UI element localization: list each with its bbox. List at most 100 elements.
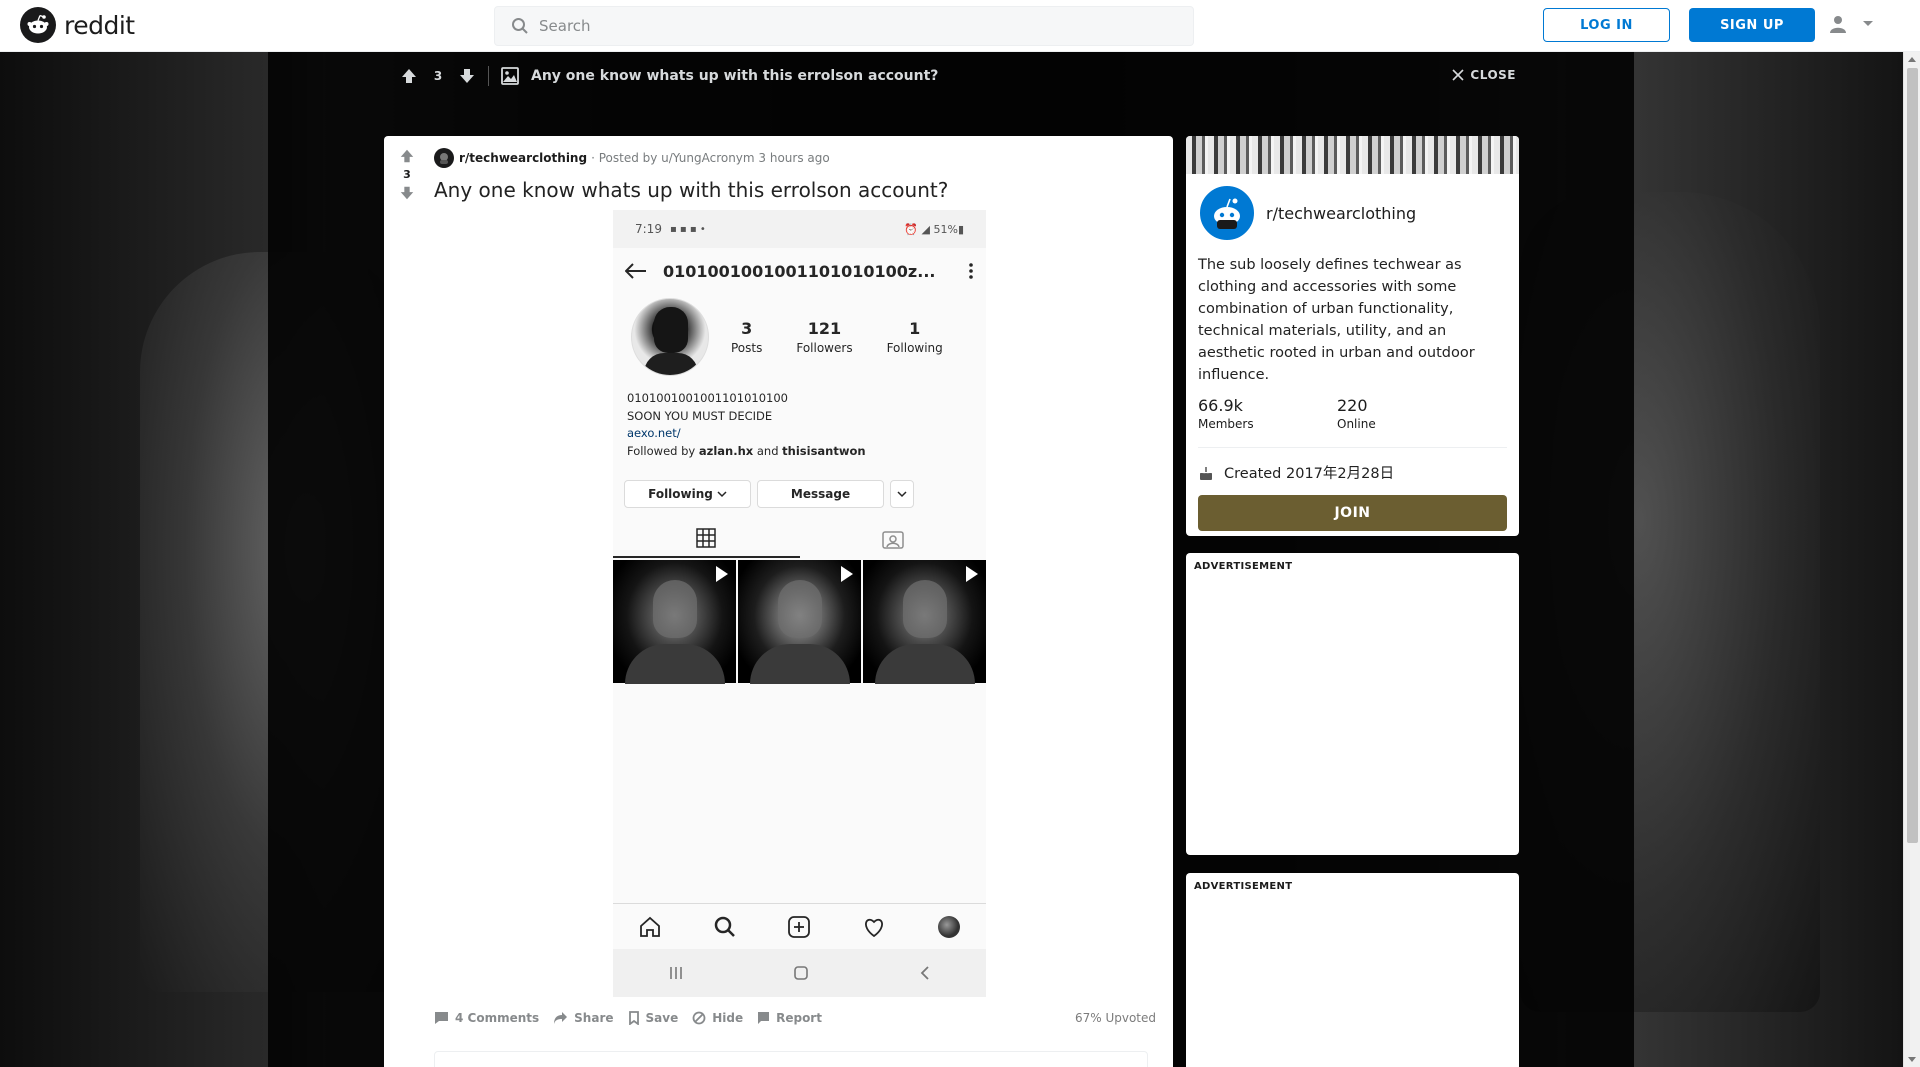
flag-icon	[758, 1012, 770, 1024]
bio-line: SOON YOU MUST DECIDE	[627, 408, 773, 423]
bio-link: aexo.net/	[627, 426, 681, 440]
android-system-nav	[613, 949, 986, 997]
grid-icon	[696, 528, 716, 548]
posted-by: · Posted by u/YungAcronym 3 hours ago	[591, 151, 830, 165]
online-stat: 220 Online	[1337, 396, 1376, 431]
search-input[interactable]: Search	[494, 6, 1194, 46]
back-icon	[920, 966, 929, 980]
upvote-icon[interactable]	[399, 148, 415, 164]
tagged-tab	[800, 520, 987, 558]
join-button[interactable]: JOIN	[1198, 495, 1507, 531]
following-button: Following	[624, 480, 751, 508]
sign-up-button[interactable]: SIGN UP	[1689, 8, 1815, 42]
profile-actions: Following Message	[613, 460, 986, 508]
reddit-snoo-icon	[20, 7, 56, 43]
hide-button[interactable]: Hide	[692, 1011, 743, 1025]
search-icon	[714, 916, 735, 937]
grid-post	[613, 560, 736, 684]
home-button-icon	[794, 966, 809, 980]
post-footer: 4 Comments Share Save Hide Report 67% Up…	[434, 1008, 1156, 1028]
upvote-icon[interactable]	[400, 67, 418, 85]
grid-tab	[613, 520, 800, 558]
search-icon	[512, 18, 528, 34]
close-button[interactable]: CLOSE	[1452, 68, 1516, 82]
chevron-down-icon	[717, 491, 727, 498]
chevron-down-icon	[1863, 21, 1873, 26]
post-card: 3 r/techwearclothing · Posted by u/YungA…	[384, 136, 1173, 1067]
close-icon	[1452, 69, 1464, 81]
topbar-post-title: Any one know whats up with this errolson…	[531, 68, 939, 84]
report-button[interactable]: Report	[757, 1011, 822, 1025]
bookmark-icon	[628, 1011, 639, 1025]
post-image[interactable]: 7:19 ▪ ▪ ▪ • ⏰ ◢ 51%▮ 010100100100110101…	[613, 210, 986, 997]
scroll-thumb[interactable]	[1907, 68, 1918, 843]
post-meta: r/techwearclothing · Posted by u/YungAcr…	[434, 148, 830, 168]
members-stat: 66.9k Members	[1198, 396, 1254, 431]
subreddit-banner	[1186, 136, 1519, 174]
profile-tabs	[613, 520, 986, 558]
status-notification-icons: ▪ ▪ ▪ •	[669, 223, 706, 235]
created-date: Created 2017年2月28日	[1186, 448, 1519, 483]
topbar-vote-count: 3	[433, 69, 443, 83]
search-placeholder: Search	[539, 17, 591, 35]
phone-status-bar: 7:19 ▪ ▪ ▪ • ⏰ ◢ 51%▮	[613, 210, 986, 248]
recent-apps-icon	[670, 967, 682, 979]
upvoted-ratio: 67% Upvoted	[1074, 1011, 1156, 1025]
downvote-icon[interactable]	[458, 67, 476, 85]
following-stat: 1 Following	[886, 319, 943, 355]
subreddit-about-card: r/techwearclothing The sub loosely defin…	[1186, 136, 1519, 536]
heart-icon	[865, 918, 883, 937]
advertisement-slot: ADVERTISEMENT	[1186, 553, 1519, 855]
message-button: Message	[757, 480, 884, 508]
instagram-bottom-nav	[613, 903, 986, 949]
scroll-up-arrow[interactable]	[1908, 57, 1916, 62]
post-overlay-topbar: 3 Any one know whats up with this errols…	[384, 62, 1516, 90]
hide-icon	[692, 1011, 706, 1025]
post-title[interactable]: Any one know whats up with this errolson…	[434, 178, 948, 202]
subreddit-avatar[interactable]	[434, 148, 454, 168]
user-dropdown[interactable]	[1828, 14, 1874, 34]
share-button[interactable]: Share	[553, 1011, 614, 1025]
bio-name: 0101001001001101010100	[627, 391, 788, 405]
comment-box[interactable]	[434, 1051, 1148, 1067]
log-in-button[interactable]: LOG IN	[1543, 8, 1670, 42]
followed-by: Followed by azlan.hx and thisisantwon	[627, 443, 866, 458]
profile-post-grid	[613, 560, 986, 684]
status-time: 7:19	[635, 222, 662, 236]
posts-stat: 3 Posts	[731, 319, 763, 355]
profile-header: 3 Posts 121 Followers 1 Following	[613, 294, 986, 380]
chevron-down-icon	[897, 491, 907, 498]
downvote-icon[interactable]	[399, 185, 415, 201]
save-button[interactable]: Save	[628, 1011, 678, 1025]
logo-wordmark: reddit	[64, 10, 135, 40]
advertisement-label: ADVERTISEMENT	[1194, 881, 1293, 892]
followers-stat: 121 Followers	[796, 319, 853, 355]
top-header: reddit Search LOG IN SIGN UP	[0, 0, 1920, 52]
status-battery: ⏰ ◢ 51%▮	[904, 222, 964, 236]
back-arrow-icon	[625, 263, 646, 279]
profile-nav-avatar	[937, 915, 960, 938]
subreddit-link[interactable]: r/techwearclothing	[459, 151, 587, 165]
reddit-logo[interactable]: reddit	[20, 7, 135, 43]
play-icon	[716, 566, 728, 582]
subreddit-description: The sub loosely defines techwear as clot…	[1198, 257, 1475, 383]
share-icon	[554, 1012, 568, 1024]
page-scrollbar[interactable]	[1903, 52, 1920, 1067]
play-icon	[966, 566, 978, 582]
comments-button[interactable]: 4 Comments	[434, 1011, 539, 1025]
more-vertical-icon	[969, 263, 973, 279]
subreddit-name[interactable]: r/techwearclothing	[1266, 204, 1416, 223]
profile-stats: 3 Posts 121 Followers 1 Following	[731, 319, 943, 355]
profile-avatar	[631, 298, 709, 376]
advertisement-label: ADVERTISEMENT	[1194, 561, 1293, 572]
new-post-icon	[788, 915, 811, 938]
grid-post	[738, 560, 861, 684]
image-post-icon	[501, 67, 519, 85]
subreddit-icon[interactable]	[1198, 184, 1256, 242]
suggest-dropdown-button	[890, 480, 914, 508]
cake-icon	[1200, 466, 1212, 480]
comment-icon	[435, 1012, 448, 1024]
tagged-person-icon	[882, 531, 904, 549]
scroll-down-arrow[interactable]	[1908, 1057, 1916, 1062]
profile-topbar: 0101001001001101010100z...	[613, 248, 986, 294]
